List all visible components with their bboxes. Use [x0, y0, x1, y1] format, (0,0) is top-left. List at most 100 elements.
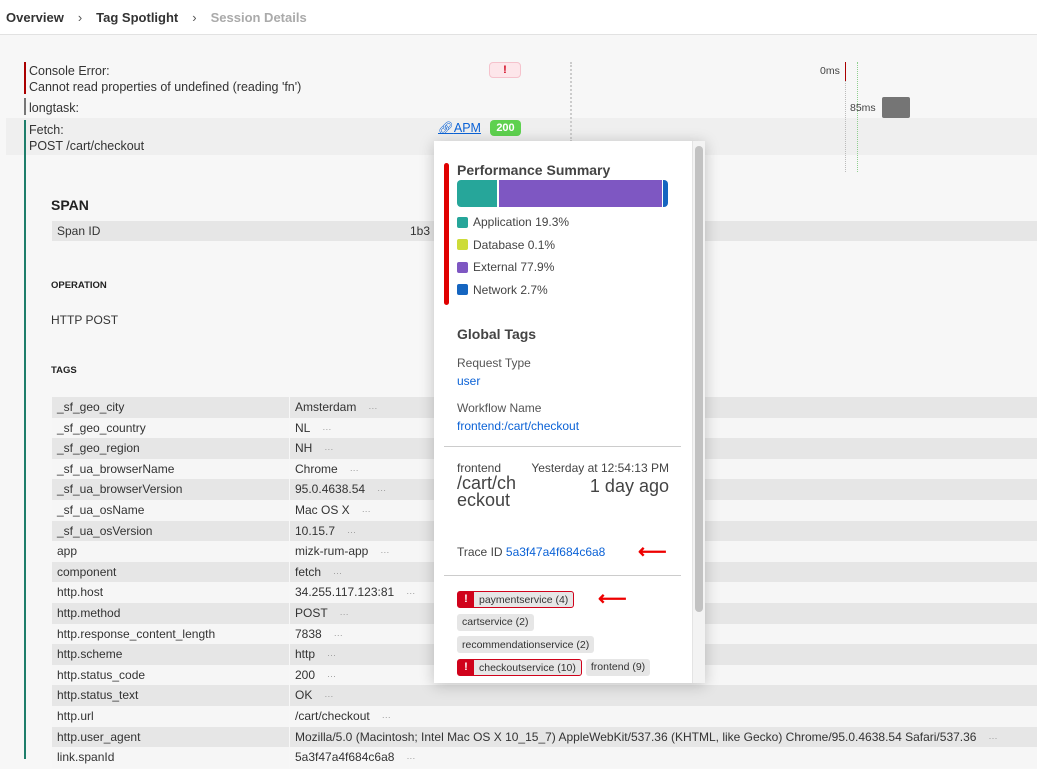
service-chip[interactable]: frontend (9): [585, 658, 651, 676]
more-icon[interactable]: ···: [368, 403, 377, 413]
more-icon[interactable]: ···: [333, 568, 342, 578]
arrow-icon: ⟵: [598, 588, 627, 610]
more-icon[interactable]: ···: [350, 465, 359, 475]
legend-name: Application: [473, 215, 532, 230]
breadcrumb-session-details: Session Details: [210, 9, 307, 25]
service-chips: ! paymentservice (4) cartservice (2) recomm…: [457, 589, 672, 680]
apm-link[interactable]: 🔗︎APM: [438, 121, 481, 136]
service-chip-label: recommendationservice (2): [462, 638, 590, 651]
tag-key: _sf_geo_city: [52, 397, 289, 418]
link-icon: 🔗︎: [438, 121, 454, 135]
more-icon[interactable]: ···: [324, 444, 333, 454]
longtask-marker: [24, 98, 26, 115]
service-chip[interactable]: ! checkoutservice (10): [457, 659, 582, 676]
span-id-value: 1b3: [410, 224, 431, 238]
legend-item: External 77.9%: [457, 256, 569, 279]
more-icon[interactable]: ···: [322, 424, 331, 434]
more-icon[interactable]: ···: [327, 650, 336, 660]
error-badge: !: [489, 62, 521, 78]
service-chip-label: frontend (9): [590, 661, 646, 673]
chevron-right-icon: ›: [77, 9, 83, 25]
table-row: http.url/cart/checkout ···: [52, 705, 1037, 727]
time-label: 85ms: [850, 102, 876, 114]
endpoint: /cart/checkout: [457, 473, 517, 510]
legend-swatch: [457, 239, 468, 251]
more-icon[interactable]: ···: [340, 609, 349, 619]
table-row: http.user_agent Mozilla/5.0 (Macintosh; I…: [52, 726, 1037, 748]
error-marker: [24, 62, 26, 94]
service-chip[interactable]: cartservice (2): [457, 613, 534, 631]
tag-key: http.url: [52, 705, 289, 727]
tag-value-text: Amsterdam: [295, 400, 357, 414]
fetch-marker: [24, 120, 26, 759]
request-type-value[interactable]: user: [457, 374, 480, 388]
tag-value-text: Mac OS X: [295, 502, 350, 517]
more-icon[interactable]: ···: [324, 691, 333, 701]
tag-value-text: NL: [295, 420, 311, 435]
tag-value-text: 10.15.7: [295, 523, 336, 538]
tag-key: app: [52, 541, 289, 562]
popover-scrollbar[interactable]: [692, 141, 705, 683]
tag-value-text: 200: [295, 667, 316, 682]
scrollbar-thumb[interactable]: [695, 146, 703, 612]
legend-value: 0.1%: [527, 237, 556, 252]
longtask-event[interactable]: longtask:: [29, 100, 79, 116]
service-chip-label: paymentservice (4): [479, 593, 569, 606]
longtask-duration-bar[interactable]: [882, 97, 910, 118]
tag-value-text: 34.255.117.123:81: [295, 585, 395, 600]
span-id-label: Span ID: [57, 224, 101, 238]
perf-summary-title: Performance Summary: [457, 162, 611, 178]
tag-value: OK ···: [290, 685, 1037, 706]
legend-name: Database: [473, 237, 525, 252]
legend-swatch: [457, 216, 468, 228]
legend-swatch: [457, 261, 468, 273]
more-icon[interactable]: ···: [377, 485, 386, 495]
event-message: Cannot read properties of undefined (rea…: [29, 80, 302, 94]
tag-value-text: NH: [295, 441, 313, 456]
service-chip[interactable]: ! paymentservice (4): [457, 591, 575, 608]
more-icon[interactable]: ···: [347, 527, 356, 537]
apm-link-label: APM: [453, 121, 481, 135]
trace-popover: Performance Summary Application 19.3% Dat…: [434, 141, 705, 683]
table-row: http.status_text OK ···: [52, 685, 1037, 706]
tag-key: link.spanId: [52, 747, 289, 768]
more-icon[interactable]: ···: [327, 671, 336, 681]
perf-legend: Application 19.3% Database 0.1% External 7…: [457, 211, 569, 301]
more-icon[interactable]: ···: [406, 753, 415, 763]
breadcrumb-overview[interactable]: Overview: [6, 10, 64, 25]
tag-value: /cart/checkout ···: [290, 705, 1037, 727]
trace-id-link[interactable]: 5a3f47a4f684c6a8: [506, 545, 605, 559]
fetch-event[interactable]: Fetch: POST /cart/checkout: [29, 122, 144, 154]
tag-key: http.scheme: [52, 644, 289, 665]
tag-value-text: POST: [295, 605, 328, 620]
workflow-value[interactable]: frontend:/cart/checkout: [457, 419, 579, 433]
tag-key: _sf_ua_osVersion: [52, 520, 289, 542]
table-row: link.spanId 5a3f47a4f684c6a8 ···: [52, 747, 1037, 768]
tag-key: http.user_agent: [52, 726, 289, 748]
more-icon[interactable]: ···: [382, 712, 391, 722]
service-chip[interactable]: recommendationservice (2): [457, 636, 595, 653]
divider: [444, 575, 681, 576]
workflow-label: Workflow Name: [457, 401, 542, 415]
breadcrumb-tag-spotlight[interactable]: Tag Spotlight: [96, 10, 178, 25]
chevron-right-icon: ›: [192, 9, 197, 25]
event-label: Fetch:: [29, 123, 64, 137]
console-error-event[interactable]: Console Error: Cannot read properties of…: [29, 63, 301, 95]
breadcrumb: Overview › Tag Spotlight › Session Detai…: [0, 0, 1037, 35]
legend-item: Network 2.7%: [457, 279, 569, 302]
service-chip-label: cartservice (2): [462, 616, 529, 628]
more-icon[interactable]: ···: [362, 506, 371, 516]
more-icon[interactable]: ···: [334, 630, 343, 640]
more-icon[interactable]: ···: [988, 733, 997, 743]
error-icon: !: [458, 592, 474, 607]
tag-key: _sf_ua_osName: [52, 499, 289, 521]
tag-key: _sf_ua_browserVersion: [52, 479, 289, 500]
tag-key: http.status_code: [52, 664, 289, 686]
tag-value-text: OK: [295, 688, 313, 703]
tag-value-text: http: [295, 647, 316, 662]
more-icon[interactable]: ···: [406, 588, 415, 598]
arrow-icon: ⟵: [638, 541, 667, 563]
more-icon[interactable]: ···: [380, 547, 389, 557]
span-title: SPAN: [51, 197, 89, 213]
tag-value-text: 5a3f47a4f684c6a8: [295, 750, 395, 765]
